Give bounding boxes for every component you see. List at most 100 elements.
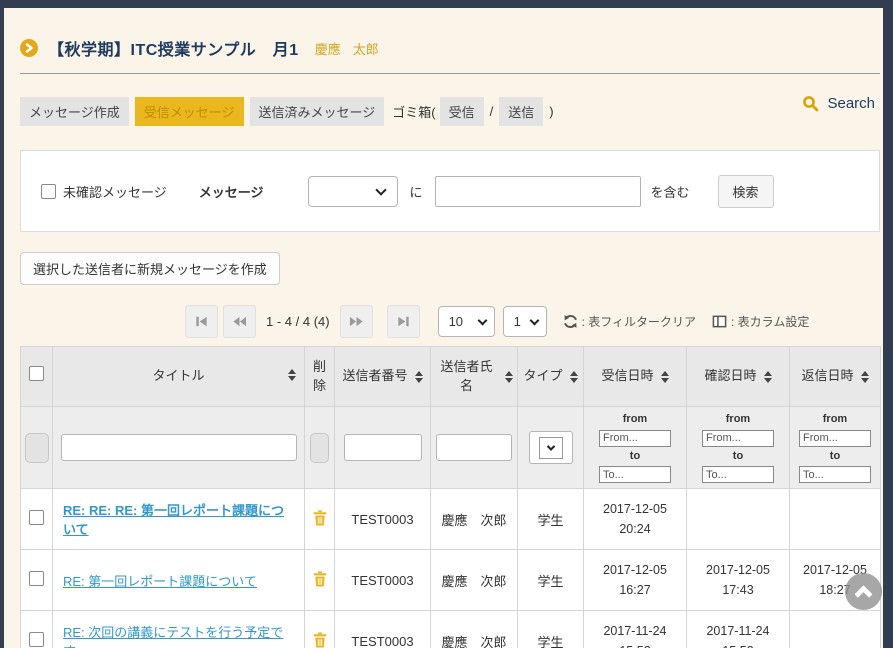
- search-icon: [802, 95, 819, 112]
- column-header-delete-label: 削除: [313, 359, 326, 392]
- row-select-checkbox[interactable]: [29, 632, 44, 647]
- type-cell: 学生: [518, 550, 584, 611]
- replied-filter-cell: from to: [790, 407, 881, 489]
- row-select-checkbox[interactable]: [29, 571, 44, 586]
- page-size-select[interactable]: 10: [438, 306, 495, 337]
- tab-sent-messages[interactable]: 送信済みメッセージ: [250, 97, 385, 126]
- column-header-title[interactable]: タイトル: [53, 347, 305, 407]
- dropdown-button: [539, 437, 563, 459]
- trash-icon: [313, 510, 327, 526]
- type-filter-select[interactable]: [529, 431, 573, 464]
- user-lastname-link[interactable]: 慶應: [315, 39, 341, 58]
- header-divider: [20, 73, 880, 74]
- type-filter-cell: [518, 407, 584, 489]
- first-page-button[interactable]: [185, 305, 218, 338]
- sender-name-cell: 慶應 次郎: [431, 611, 518, 648]
- unread-only-option[interactable]: 未確認メッセージ: [41, 182, 167, 201]
- title-filter-input[interactable]: [61, 434, 297, 461]
- sender-id-cell: TEST0003: [335, 489, 431, 550]
- user-firstname-link[interactable]: 太郎: [353, 39, 379, 58]
- message-title-link[interactable]: RE: 第一回レポート課題について: [63, 574, 257, 589]
- from-label: from: [691, 411, 785, 429]
- trash-separator: /: [490, 104, 494, 119]
- sort-icon[interactable]: [661, 371, 669, 383]
- column-settings-button[interactable]: : 表カラム設定: [712, 313, 809, 330]
- tab-trash-inbox[interactable]: 受信: [440, 97, 484, 126]
- confirmed-cell: [687, 489, 790, 550]
- tab-inbox-messages[interactable]: 受信メッセージ: [135, 97, 244, 126]
- received-cell: 2017-12-05 20:24: [584, 489, 687, 550]
- select-all-checkbox[interactable]: [29, 366, 44, 381]
- message-title-link[interactable]: RE: RE: RE: 第一回レポート課題について: [63, 503, 284, 537]
- row-select-checkbox[interactable]: [29, 510, 44, 525]
- message-keyword-input[interactable]: [435, 176, 641, 207]
- chevron-down-icon: [375, 184, 386, 195]
- chevron-down-icon: [546, 442, 554, 450]
- column-header-replied-label: 返信日時: [801, 367, 853, 385]
- column-header-received[interactable]: 受信日時: [584, 347, 687, 407]
- next-page-button[interactable]: [340, 305, 373, 338]
- scroll-to-top-button[interactable]: [845, 573, 882, 610]
- tab-compose-message[interactable]: メッセージ作成: [20, 97, 129, 126]
- delete-message-button[interactable]: [313, 510, 327, 526]
- clear-table-filter-button[interactable]: : 表フィルタークリア: [563, 313, 696, 330]
- previous-page-button[interactable]: [223, 305, 256, 338]
- search-button[interactable]: 検索: [718, 175, 774, 208]
- message-title-link[interactable]: RE: 次回の講義にテストを行う予定です: [63, 625, 283, 648]
- sort-icon[interactable]: [288, 369, 296, 381]
- refresh-icon: [563, 314, 578, 329]
- tab-trash-sent[interactable]: 送信: [499, 97, 543, 126]
- trash-group: ゴミ箱( 受信 / 送信 ): [392, 97, 553, 126]
- type-cell: 学生: [518, 489, 584, 550]
- sender-id-filter-input[interactable]: [344, 434, 422, 461]
- message-field-select[interactable]: [308, 176, 398, 207]
- confirmed-date: 2017-12-05: [687, 560, 789, 580]
- message-row: RE: 第一回レポート課題について TEST0003 慶應 次郎 学生 2017…: [21, 550, 881, 611]
- confirmed-to-input[interactable]: [702, 466, 774, 483]
- first-page-icon: [194, 314, 209, 329]
- sort-icon[interactable]: [505, 371, 513, 383]
- sender-name-cell: 慶應 次郎: [431, 489, 518, 550]
- message-page: 【秋学期】ITC授業サンプル 月1 慶應 太郎 メッセージ作成 受信メッセージ …: [4, 8, 883, 648]
- delete-message-button[interactable]: [313, 571, 327, 587]
- column-header-type-label: タイプ: [523, 367, 562, 385]
- sort-icon[interactable]: [570, 371, 578, 383]
- column-header-sender-name[interactable]: 送信者氏名: [431, 347, 518, 407]
- replied-from-input[interactable]: [799, 430, 871, 447]
- delete-cell: [305, 550, 335, 611]
- compose-to-selected-button[interactable]: 選択した送信者に新規メッセージを作成: [20, 252, 280, 285]
- message-tab-bar: メッセージ作成 受信メッセージ 送信済みメッセージ ゴミ箱( 受信 / 送信 )…: [20, 97, 880, 126]
- page-number-select[interactable]: 1: [503, 306, 547, 337]
- next-page-icon: [349, 314, 364, 329]
- confirmed-from-input[interactable]: [702, 430, 774, 447]
- last-page-button[interactable]: [387, 305, 420, 338]
- received-cell: 2017-11-24 15:52: [584, 611, 687, 648]
- to-label: to: [691, 448, 785, 466]
- delete-message-button[interactable]: [313, 632, 327, 648]
- unread-only-label: 未確認メッセージ: [63, 182, 167, 201]
- from-label: from: [794, 411, 876, 429]
- message-row: RE: 次回の講義にテストを行う予定です TEST0003 慶應 次郎 学生 2…: [21, 611, 881, 648]
- delete-filter-disabled: [310, 433, 329, 463]
- page-number-value: 1: [514, 314, 521, 329]
- trash-close-paren: ): [549, 104, 553, 119]
- row-select-cell: [21, 489, 53, 550]
- column-header-title-label: タイトル: [152, 368, 204, 383]
- received-from-input[interactable]: [599, 430, 671, 447]
- sort-icon[interactable]: [861, 371, 869, 383]
- column-header-sender-id[interactable]: 送信者番号: [335, 347, 431, 407]
- column-header-type[interactable]: タイプ: [518, 347, 584, 407]
- column-header-confirmed[interactable]: 確認日時: [687, 347, 790, 407]
- received-to-input[interactable]: [599, 466, 671, 483]
- column-header-replied[interactable]: 返信日時: [790, 347, 881, 407]
- column-header-confirmed-label: 確認日時: [704, 367, 756, 385]
- search-link[interactable]: Search: [802, 95, 875, 112]
- sort-icon[interactable]: [415, 371, 423, 383]
- contains-label: を含む: [651, 182, 690, 201]
- received-date: 2017-11-24: [584, 621, 686, 641]
- sender-name-filter-input[interactable]: [436, 434, 512, 461]
- unread-only-checkbox[interactable]: [41, 184, 56, 199]
- chevron-right-circle-icon: [20, 39, 38, 57]
- replied-to-input[interactable]: [799, 466, 871, 483]
- sort-icon[interactable]: [764, 371, 772, 383]
